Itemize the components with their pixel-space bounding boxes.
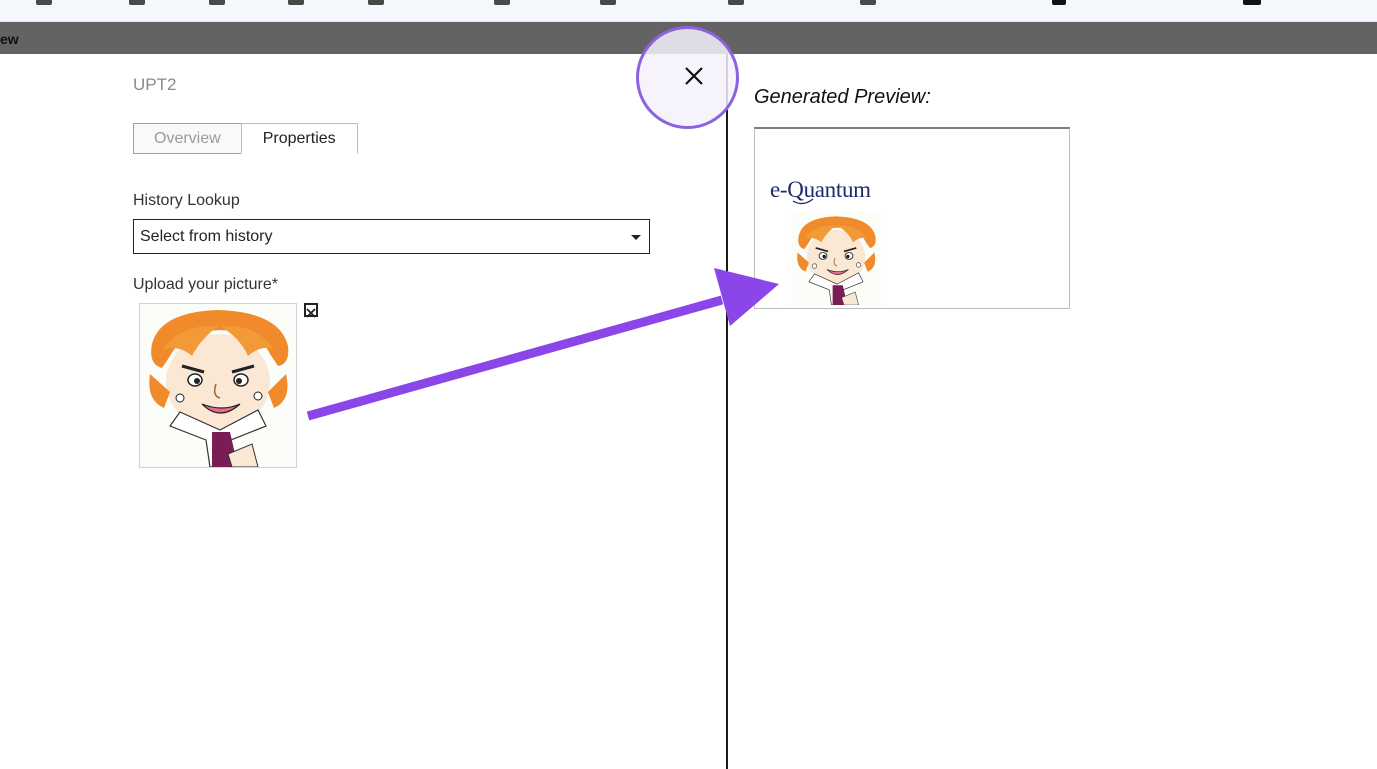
form-title: UPT2 [133,75,177,94]
bookmark-folder-icon[interactable] [728,0,744,5]
cartoon-portrait-image [791,213,881,305]
bookmark-folder-icon[interactable] [129,0,145,5]
header-title: ew [0,31,19,47]
close-box-icon [306,308,316,318]
tab-properties[interactable]: Properties [240,123,358,154]
bookmark-folder-icon[interactable] [494,0,510,5]
bookmarks-bar [0,0,1377,22]
history-select[interactable]: Select from history [133,219,650,254]
history-lookup-label: History Lookup [133,192,240,209]
uploaded-picture-thumbnail [139,303,297,468]
bookmark-folder-icon[interactable] [288,0,304,5]
preview-label: Generated Preview: [754,86,931,108]
bookmark-favicon-icon[interactable] [1052,0,1066,5]
caret-down-icon [631,235,641,240]
remove-picture-button[interactable] [304,303,318,318]
bookmark-folder-icon[interactable] [368,0,384,5]
close-icon[interactable] [684,66,704,86]
upload-picture-label: Upload your picture* [133,276,278,293]
bookmark-folder-icon[interactable] [600,0,616,5]
bookmark-folder-icon[interactable] [209,0,225,5]
generated-preview: e-Quantum [754,127,1070,309]
bookmark-folder-icon[interactable] [36,0,52,5]
bookmark-folder-icon[interactable] [860,0,876,5]
tab-overview[interactable]: Overview [133,123,242,154]
cartoon-portrait-image [149,310,289,467]
e-quantum-logo: e-Quantum [770,177,871,202]
tab-bar: Overview Properties [133,123,358,154]
history-select-value: Select from history [140,228,273,245]
logo-swoosh-icon [792,198,814,205]
panel-divider [726,54,728,769]
bookmark-favicon-icon[interactable] [1243,0,1261,5]
